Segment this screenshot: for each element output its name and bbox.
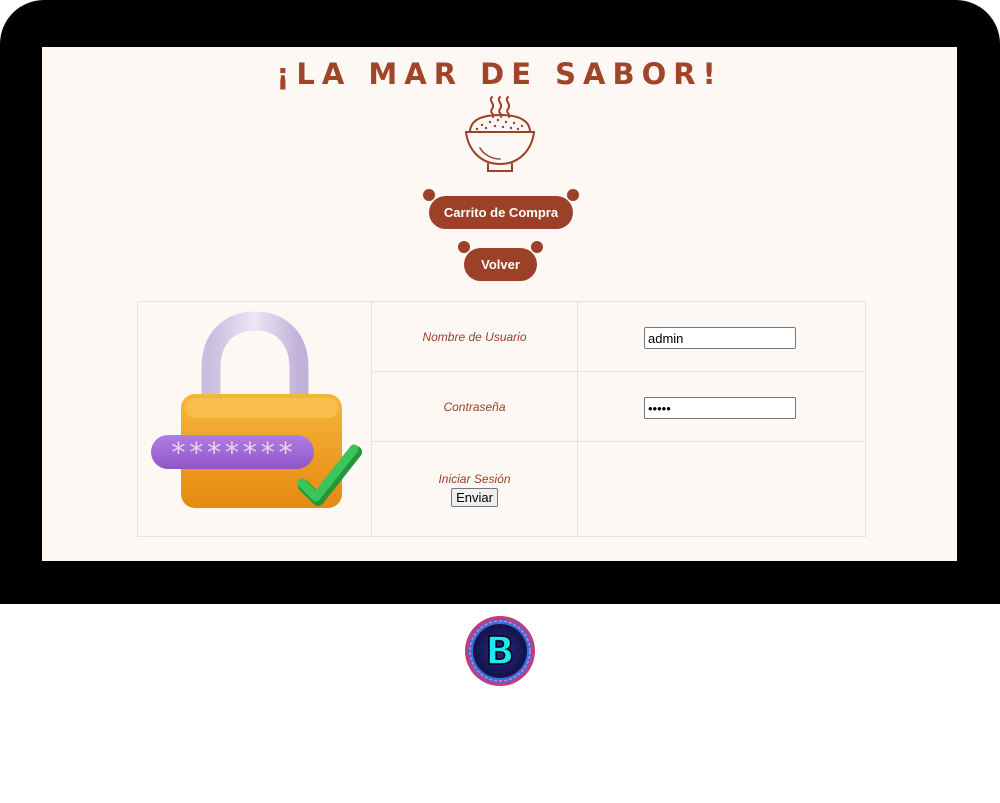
username-input[interactable] — [644, 327, 796, 349]
shopping-cart-label: Carrito de Compra — [443, 205, 559, 220]
username-label: Nombre de Usuario — [422, 329, 527, 344]
password-input[interactable] — [644, 397, 796, 419]
browser-viewport: ¡LA MAR DE SABOR! Carrito de Compra Volv… — [42, 47, 957, 561]
monitor-frame: ¡LA MAR DE SABOR! Carrito de Compra Volv… — [0, 0, 1000, 604]
brand-logo: B — [465, 616, 535, 686]
submit-button[interactable]: Enviar — [451, 487, 498, 507]
empty-cell — [578, 442, 865, 536]
username-input-cell — [578, 302, 865, 372]
lock-image-cell: ******* — [138, 302, 372, 536]
login-table: ******* Nombre de Usuario Contraseña Ini… — [137, 301, 866, 537]
button-ear-right — [567, 189, 579, 201]
username-label-cell: Nombre de Usuario — [372, 302, 578, 372]
back-label: Volver — [481, 257, 520, 272]
back-button[interactable]: Volver — [458, 241, 543, 281]
password-input-cell — [578, 372, 865, 442]
password-label-cell: Contraseña — [372, 372, 578, 442]
password-label: Contraseña — [443, 399, 506, 414]
button-ear-left — [458, 241, 470, 253]
login-label: Iniciar Sesión — [438, 471, 511, 486]
brand-logo-letter: B — [486, 629, 515, 673]
steaming-rice-bowl-icon — [465, 96, 535, 172]
padlock-icon — [151, 311, 362, 508]
page-title: ¡LA MAR DE SABOR! — [276, 57, 723, 91]
shopping-cart-button[interactable]: Carrito de Compra — [423, 189, 579, 229]
login-submit-cell: Iniciar Sesión Enviar — [372, 442, 578, 536]
button-ear-left — [423, 189, 435, 201]
button-ear-right — [531, 241, 543, 253]
lock-password-mask: ******* — [169, 436, 295, 469]
